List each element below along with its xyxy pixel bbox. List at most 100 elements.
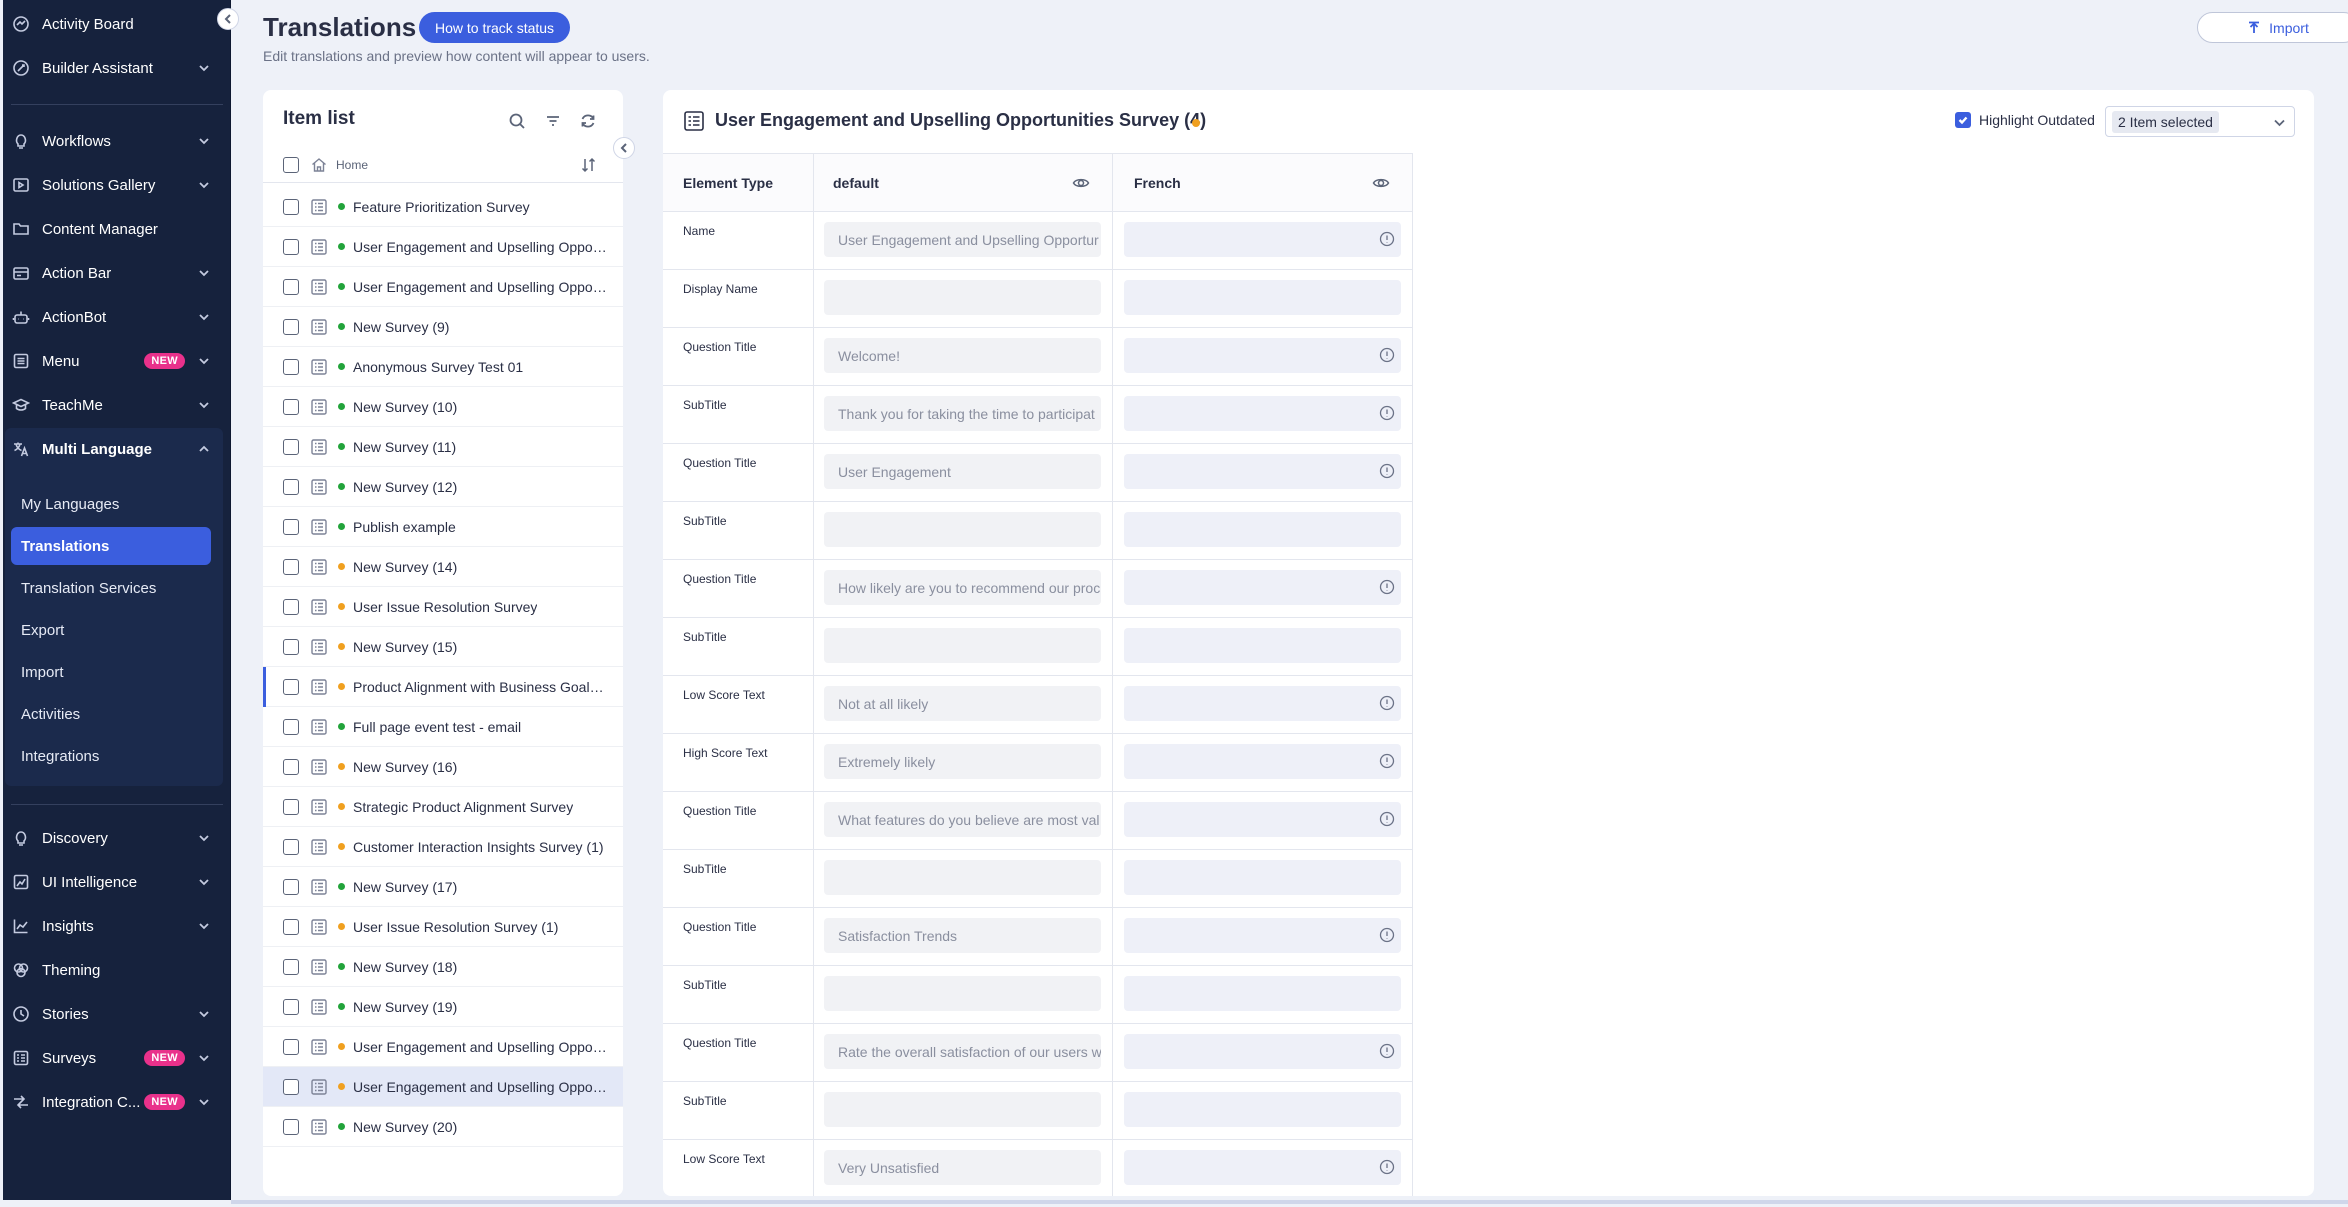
sidebar-item-solutions-gallery[interactable]: Solutions Gallery: [3, 165, 223, 205]
list-item[interactable]: Full page event test - email: [263, 707, 623, 747]
item-list-collapse-button[interactable]: [613, 137, 635, 159]
french-translation-input[interactable]: [1124, 338, 1401, 373]
list-item[interactable]: Feature Prioritization Survey: [263, 187, 623, 227]
chevron-down-icon[interactable]: [197, 919, 211, 933]
item-checkbox[interactable]: [283, 278, 299, 295]
item-checkbox[interactable]: [283, 998, 299, 1015]
sidebar-item-actionbot[interactable]: ActionBot: [3, 297, 223, 337]
chevron-down-icon[interactable]: [197, 398, 211, 412]
list-item[interactable]: New Survey (17): [263, 867, 623, 907]
chevron-up-icon[interactable]: [197, 442, 211, 456]
french-translation-input[interactable]: [1124, 918, 1401, 953]
french-translation-input[interactable]: [1124, 570, 1401, 605]
info-icon[interactable]: [1379, 231, 1395, 247]
search-icon[interactable]: [506, 110, 528, 132]
item-select-dropdown[interactable]: 2 Item selected: [2105, 106, 2295, 137]
sidebar-item-multi-language[interactable]: Multi Language: [3, 429, 223, 469]
french-translation-input[interactable]: [1124, 280, 1401, 315]
list-item[interactable]: New Survey (20): [263, 1107, 623, 1147]
sidebar-item-workflows[interactable]: Workflows: [3, 121, 223, 161]
info-icon[interactable]: [1379, 927, 1395, 943]
list-item[interactable]: User Engagement and Upselling Oppor...: [263, 1067, 623, 1107]
item-checkbox[interactable]: [283, 918, 299, 935]
french-translation-input[interactable]: [1124, 512, 1401, 547]
list-item[interactable]: New Survey (15): [263, 627, 623, 667]
chevron-down-icon[interactable]: [197, 134, 211, 148]
info-icon[interactable]: [1379, 1159, 1395, 1175]
item-checkbox[interactable]: [283, 1038, 299, 1055]
french-translation-input[interactable]: [1124, 222, 1401, 257]
item-checkbox[interactable]: [283, 318, 299, 335]
item-checkbox[interactable]: [283, 358, 299, 375]
chevron-down-icon[interactable]: [197, 875, 211, 889]
info-icon[interactable]: [1379, 695, 1395, 711]
item-checkbox[interactable]: [283, 398, 299, 415]
item-checkbox[interactable]: [283, 478, 299, 495]
list-item[interactable]: New Survey (12): [263, 467, 623, 507]
import-button[interactable]: Import: [2197, 12, 2348, 43]
how-to-track-status-button[interactable]: How to track status: [419, 12, 571, 43]
chevron-down-icon[interactable]: [197, 1007, 211, 1021]
highlight-outdated-checkbox[interactable]: [1955, 112, 1971, 128]
chevron-down-icon[interactable]: [197, 310, 211, 324]
info-icon[interactable]: [1379, 811, 1395, 827]
chevron-down-icon[interactable]: [197, 354, 211, 368]
sidebar-subitem-my-languages[interactable]: My Languages: [11, 485, 211, 523]
chevron-down-icon[interactable]: [197, 831, 211, 845]
filter-icon[interactable]: [542, 110, 564, 132]
sidebar-item-content-manager[interactable]: Content Manager: [3, 209, 223, 249]
item-checkbox[interactable]: [283, 878, 299, 895]
item-checkbox[interactable]: [283, 758, 299, 775]
french-translation-input[interactable]: [1124, 802, 1401, 837]
info-icon[interactable]: [1379, 1043, 1395, 1059]
info-icon[interactable]: [1379, 347, 1395, 363]
sidebar-item-stories[interactable]: Stories: [3, 994, 223, 1034]
item-checkbox[interactable]: [283, 678, 299, 695]
chevron-down-icon[interactable]: [197, 178, 211, 192]
french-translation-input[interactable]: [1124, 744, 1401, 779]
info-icon[interactable]: [1379, 579, 1395, 595]
sidebar-item-activity-board[interactable]: Activity Board: [3, 4, 223, 44]
sidebar-subitem-translations[interactable]: Translations: [11, 527, 211, 565]
list-item[interactable]: New Survey (16): [263, 747, 623, 787]
french-translation-input[interactable]: [1124, 976, 1401, 1011]
select-all-checkbox[interactable]: [283, 156, 299, 173]
item-checkbox[interactable]: [283, 558, 299, 575]
chevron-down-icon[interactable]: [197, 1095, 211, 1109]
sidebar-item-integration-c[interactable]: Integration C... NEW: [3, 1082, 223, 1122]
highlight-outdated-toggle[interactable]: Highlight Outdated: [1955, 112, 2095, 128]
sidebar-item-action-bar[interactable]: Action Bar: [3, 253, 223, 293]
french-translation-input[interactable]: [1124, 1150, 1401, 1185]
list-item[interactable]: Strategic Product Alignment Survey: [263, 787, 623, 827]
sidebar-subitem-export[interactable]: Export: [11, 611, 211, 649]
sidebar-item-teachme[interactable]: TeachMe: [3, 385, 223, 425]
breadcrumb[interactable]: Home: [336, 158, 368, 172]
french-translation-input[interactable]: [1124, 396, 1401, 431]
sidebar-item-builder-assistant[interactable]: Builder Assistant: [3, 48, 223, 88]
list-item[interactable]: New Survey (14): [263, 547, 623, 587]
item-checkbox[interactable]: [283, 718, 299, 735]
french-translation-input[interactable]: [1124, 454, 1401, 489]
item-checkbox[interactable]: [283, 518, 299, 535]
list-item[interactable]: User Issue Resolution Survey: [263, 587, 623, 627]
sidebar-item-menu[interactable]: Menu NEW: [3, 341, 223, 381]
sidebar-item-insights[interactable]: Insights: [3, 906, 223, 946]
item-checkbox[interactable]: [283, 638, 299, 655]
sidebar-item-theming[interactable]: Theming: [3, 950, 223, 990]
item-checkbox[interactable]: [283, 958, 299, 975]
sidebar-subitem-activities[interactable]: Activities: [11, 695, 211, 733]
item-checkbox[interactable]: [283, 238, 299, 255]
sidebar-subitem-import[interactable]: Import: [11, 653, 211, 691]
info-icon[interactable]: [1379, 405, 1395, 421]
chevron-down-icon[interactable]: [197, 61, 211, 75]
refresh-icon[interactable]: [577, 110, 599, 132]
french-translation-input[interactable]: [1124, 628, 1401, 663]
list-item[interactable]: User Engagement and Upselling Oppor...: [263, 1027, 623, 1067]
eye-icon[interactable]: [1372, 174, 1390, 192]
list-item[interactable]: New Survey (9): [263, 307, 623, 347]
list-item[interactable]: Customer Interaction Insights Survey (1): [263, 827, 623, 867]
list-item[interactable]: User Engagement and Upselling Oppor...: [263, 267, 623, 307]
home-icon[interactable]: [310, 156, 328, 174]
list-item[interactable]: New Survey (18): [263, 947, 623, 987]
list-item[interactable]: Publish example: [263, 507, 623, 547]
